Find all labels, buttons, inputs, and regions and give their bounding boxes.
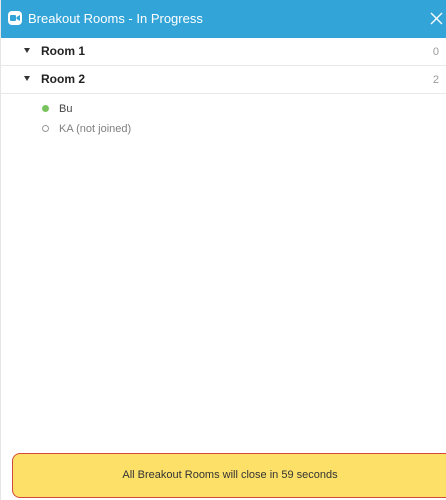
chevron-down-icon	[24, 48, 30, 53]
breakout-rooms-window: Breakout Rooms - In Progress Room 1 0 Ro…	[0, 0, 446, 500]
room-name: Room 2	[41, 72, 86, 86]
room-row-room-1[interactable]: Room 1 0	[1, 38, 446, 66]
participant-name: KA (not joined)	[59, 123, 132, 135]
participant-item[interactable]: KA (not joined)	[1, 120, 446, 140]
room-name: Room 1	[41, 44, 86, 58]
close-countdown-banner: All Breakout Rooms will close in 59 seco…	[12, 453, 446, 498]
not-joined-status-icon	[42, 125, 49, 132]
zoom-camera-icon	[8, 11, 22, 25]
close-icon	[430, 12, 443, 25]
countdown-message: All Breakout Rooms will close in 59 seco…	[122, 469, 338, 481]
close-button[interactable]	[425, 6, 446, 30]
window-title: Breakout Rooms - In Progress	[28, 11, 203, 26]
room-participant-count: 0	[432, 46, 439, 58]
participant-name: Bu	[59, 103, 73, 115]
room-row-room-2[interactable]: Room 2 2	[1, 66, 446, 94]
title-bar: Breakout Rooms - In Progress	[1, 0, 446, 38]
chevron-down-icon	[24, 76, 30, 81]
room-participant-count: 2	[432, 74, 439, 86]
joined-status-icon	[42, 105, 49, 112]
participant-item[interactable]: Bu	[1, 100, 446, 120]
